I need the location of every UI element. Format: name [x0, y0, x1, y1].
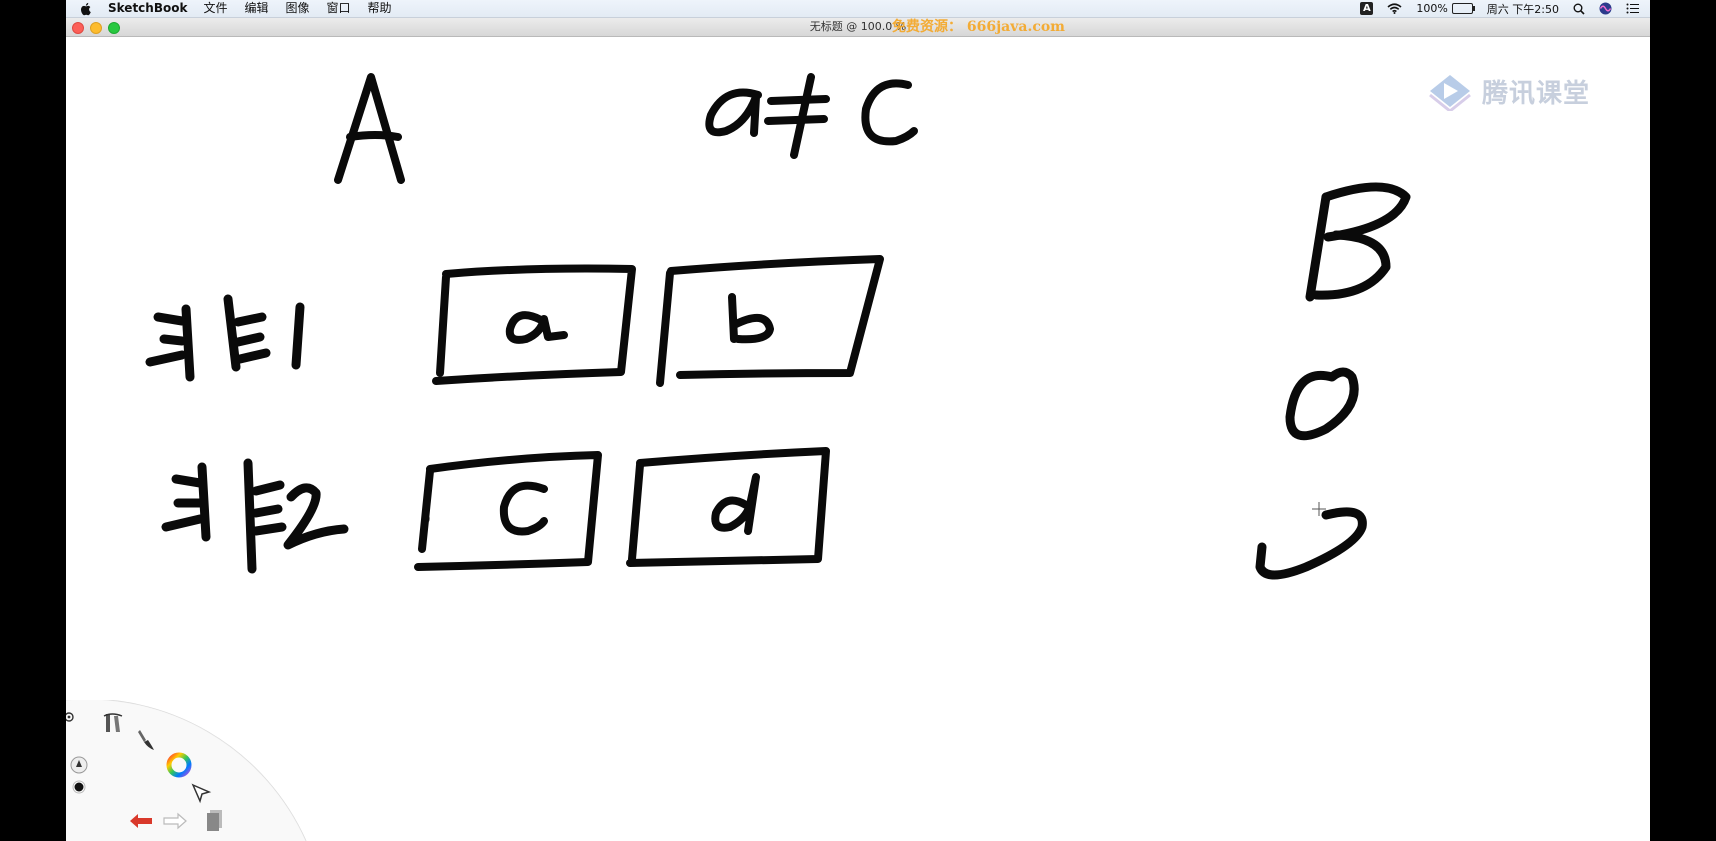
wifi-icon[interactable]	[1387, 3, 1402, 14]
battery-percentage: 100%	[1416, 2, 1448, 15]
layers-icon[interactable]	[204, 808, 224, 832]
box-c	[414, 451, 602, 571]
handwriting-J	[1255, 507, 1367, 580]
menu-window[interactable]: 窗口	[327, 0, 351, 17]
box-b	[656, 255, 884, 387]
menu-file[interactable]: 文件	[203, 0, 227, 17]
brush-icon[interactable]	[136, 728, 156, 752]
handwriting-zero	[1285, 367, 1359, 441]
clock[interactable]: 周六 下午2:50	[1487, 1, 1559, 17]
window-titlebar: 无标题 @ 100.0 % 免费资源： 666java.com	[66, 18, 1650, 37]
menu-bar: SketchBook 文件 编辑 图像 窗口 帮助 A 100% 周六 下午2:…	[66, 0, 1650, 18]
color-wheel-icon[interactable]	[166, 752, 192, 778]
ruler-icon[interactable]	[102, 712, 124, 734]
watermark-text: 免费资源： 666java.com	[892, 19, 1065, 35]
screen: SketchBook 文件 编辑 图像 窗口 帮助 A 100% 周六 下午2:…	[66, 0, 1650, 841]
color-dot-icon[interactable]	[72, 780, 86, 794]
handwriting-A	[334, 73, 405, 184]
handwriting-fei-1	[145, 294, 305, 382]
menu-image[interactable]: 图像	[285, 0, 309, 17]
siri-icon[interactable]	[1599, 2, 1612, 15]
select-icon[interactable]	[190, 782, 212, 804]
menu-app-name[interactable]: SketchBook	[108, 0, 187, 17]
battery-status[interactable]: 100%	[1416, 2, 1475, 15]
battery-icon	[1451, 3, 1475, 14]
handwriting-B	[1305, 182, 1411, 302]
undo-icon[interactable]	[128, 812, 154, 830]
window-title: 无标题 @ 100.0 %	[809, 20, 907, 33]
redo-icon[interactable]	[162, 812, 188, 830]
notification-center-icon[interactable]	[1626, 3, 1640, 14]
lagoon-toolbar	[66, 700, 326, 841]
brush-puck-icon[interactable]	[70, 756, 88, 774]
menu-help[interactable]: 帮助	[368, 0, 392, 17]
settings-icon[interactable]	[66, 710, 76, 724]
handwriting-a-not-equal-c	[705, 73, 918, 159]
menu-edit[interactable]: 编辑	[244, 0, 268, 17]
search-icon[interactable]	[1573, 3, 1585, 15]
input-method-icon[interactable]: A	[1360, 2, 1374, 15]
box-d	[626, 447, 830, 567]
apple-icon[interactable]	[80, 2, 92, 16]
handwriting-fei-2	[161, 458, 349, 574]
box-a	[432, 264, 636, 385]
